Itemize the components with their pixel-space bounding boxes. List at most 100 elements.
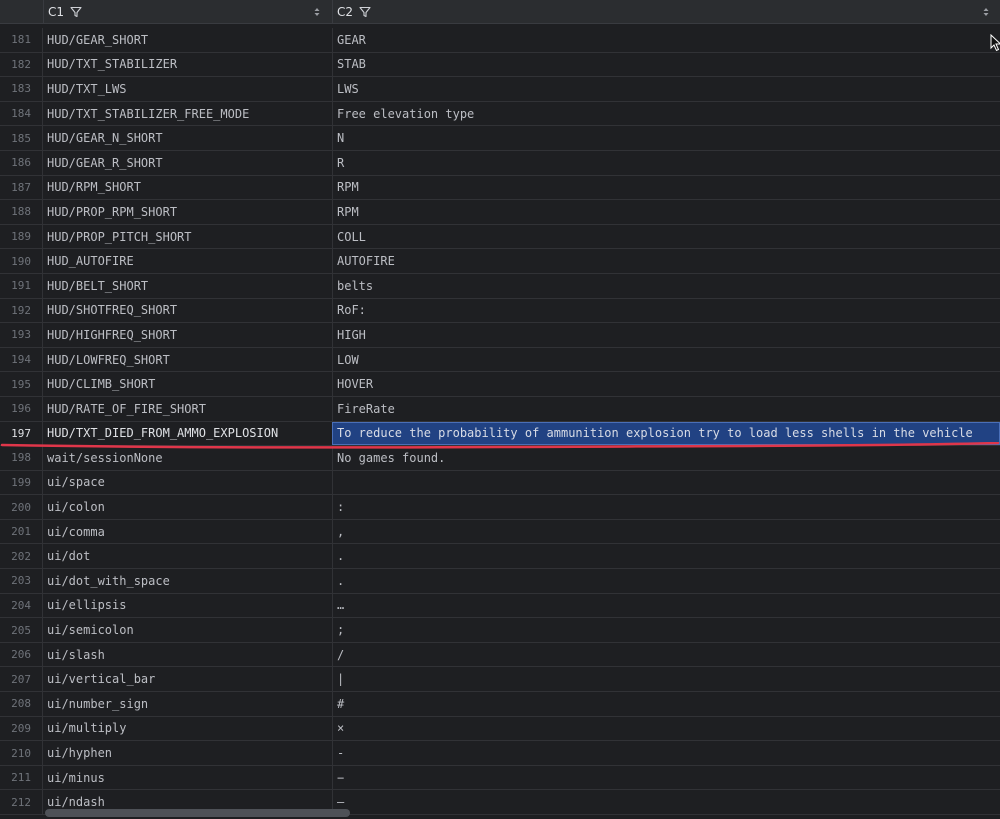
table-row[interactable]: 207 ui/vertical_bar | [0, 667, 1000, 693]
cell-c2[interactable]: − [332, 765, 1000, 790]
cell-c1[interactable]: ui/hyphen [42, 741, 332, 765]
table-row[interactable]: 195 HUD/CLIMB_SHORT HOVER [0, 372, 1000, 397]
cell-c2[interactable]: LWS [332, 77, 1000, 101]
cell-c2[interactable]: , [332, 519, 1000, 544]
horizontal-scrollbar-thumb[interactable] [45, 809, 350, 817]
cell-c2[interactable]: ; [332, 618, 1000, 642]
table-row[interactable]: 200 ui/colon: [0, 495, 1000, 520]
cell-c1[interactable]: ui/dot [42, 544, 332, 569]
cell-c2[interactable]: / [332, 642, 1000, 667]
table-row[interactable]: 184 HUD/TXT_STABILIZER_FREE_MODE Free elev… [0, 101, 1000, 127]
cell-c2[interactable]: - [332, 741, 1000, 765]
cell-c1[interactable]: HUD/TXT_STABILIZER [42, 52, 332, 77]
cell-c2[interactable]: No games found. [332, 446, 1000, 470]
cell-c2[interactable]: RoF: [332, 298, 1000, 323]
cell-c2[interactable]: HOVER [332, 372, 1000, 396]
table-row[interactable]: 191 HUD/BELT_SHORT belts [0, 273, 1000, 299]
table-row[interactable]: 201 ui/comma, [0, 519, 1000, 545]
table-row[interactable]: 181 HUD/GEAR_SHORT GEAR [0, 28, 1000, 53]
cell-c2[interactable]: FireRate [332, 396, 1000, 421]
cell-c2[interactable]: N [332, 126, 1000, 150]
cell-c1[interactable]: HUD/LOWFREQ_SHORT [42, 347, 332, 372]
cell-c1[interactable]: HUD/BELT_SHORT [42, 273, 332, 298]
table-row[interactable]: 182 HUD/TXT_STABILIZER STAB [0, 52, 1000, 78]
cell-c2[interactable]: | [332, 667, 1000, 692]
cell-c1[interactable]: HUD/SHOTFREQ_SHORT [42, 298, 332, 323]
cell-c1[interactable]: HUD/CLIMB_SHORT [42, 372, 332, 396]
cell-c2[interactable]: belts [332, 273, 1000, 298]
sort-icon[interactable] [982, 0, 990, 23]
column-header-c1[interactable]: C1 [43, 0, 331, 23]
cell-c2[interactable]: RPM [332, 175, 1000, 200]
cell-c2[interactable] [332, 470, 1000, 495]
cell-c2[interactable]: RPM [332, 200, 1000, 224]
table-row[interactable]: 190 HUD_AUTOFIRE AUTOFIRE [0, 249, 1000, 274]
filter-icon[interactable] [70, 6, 82, 18]
cell-c2-selected[interactable]: To reduce the probability of ammunition … [332, 421, 1000, 446]
cell-c1[interactable]: ui/dot_with_space [42, 569, 332, 593]
table-row[interactable]: 194 HUD/LOWFREQ_SHORT LOW [0, 347, 1000, 373]
cell-c1[interactable]: HUD/GEAR_R_SHORT [42, 150, 332, 175]
cell-c1[interactable]: ui/ellipsis [42, 593, 332, 618]
cell-c1[interactable]: ui/colon [42, 495, 332, 519]
cell-c2[interactable]: . [332, 569, 1000, 593]
table-row[interactable]: 183 HUD/TXT_LWS LWS [0, 77, 1000, 102]
cell-c2[interactable]: GEAR [332, 28, 1000, 52]
table-row[interactable]: 187 HUD/RPM_SHORT RPM [0, 175, 1000, 201]
cell-c1[interactable]: HUD/PROP_PITCH_SHORT [42, 224, 332, 249]
table-row[interactable]: 197 HUD/TXT_DIED_FROM_AMMO_EXPLOSION To re… [0, 421, 1000, 447]
cell-c1[interactable]: HUD/PROP_RPM_SHORT [42, 200, 332, 224]
cell-c2[interactable]: … [332, 593, 1000, 618]
cell-c2[interactable]: – [332, 790, 1000, 814]
table-row[interactable]: 206 ui/slash / [0, 642, 1000, 668]
table-row[interactable]: 185 HUD/GEAR_N_SHORT N [0, 126, 1000, 151]
table-row[interactable]: 186 HUD/GEAR_R_SHORT R [0, 150, 1000, 176]
sort-icon[interactable] [313, 0, 321, 23]
cell-c1[interactable]: HUD/TXT_DIED_FROM_AMMO_EXPLOSION [42, 421, 332, 446]
table-row[interactable]: 192 HUD/SHOTFREQ_SHORT RoF: [0, 298, 1000, 324]
cell-c1[interactable]: ui/space [42, 470, 332, 495]
cell-c1[interactable]: HUD/RATE_OF_FIRE_SHORT [42, 396, 332, 421]
cell-c2[interactable]: LOW [332, 347, 1000, 372]
table-row[interactable]: 211 ui/minus − [0, 765, 1000, 791]
table-row[interactable]: 205 ui/semicolon; [0, 618, 1000, 643]
cell-c1[interactable]: HUD/TXT_LWS [42, 77, 332, 101]
table-row[interactable]: 208 ui/number_sign # [0, 692, 1000, 717]
cell-c1[interactable]: ui/slash [42, 642, 332, 667]
table-row[interactable]: 204 ui/ellipsis… [0, 593, 1000, 619]
cell-c1[interactable]: ui/semicolon [42, 618, 332, 642]
table-row[interactable]: 193 HUD/HIGHFREQ_SHORT HIGH [0, 323, 1000, 348]
cell-c2[interactable]: × [332, 716, 1000, 741]
cell-c1[interactable]: HUD_AUTOFIRE [42, 249, 332, 273]
table-row[interactable]: 189 HUD/PROP_PITCH_SHORT COLL [0, 224, 1000, 250]
cell-c2[interactable]: COLL [332, 224, 1000, 249]
table-row[interactable]: 203 ui/dot_with_space. [0, 569, 1000, 594]
cell-c1[interactable]: HUD/GEAR_N_SHORT [42, 126, 332, 150]
cell-c1[interactable]: HUD/TXT_STABILIZER_FREE_MODE [42, 101, 332, 126]
cell-c2[interactable]: HIGH [332, 323, 1000, 347]
cell-c1[interactable]: HUD/HIGHFREQ_SHORT [42, 323, 332, 347]
table-row[interactable]: 198 wait/sessionNone No games found. [0, 446, 1000, 471]
cell-c1[interactable]: HUD/RPM_SHORT [42, 175, 332, 200]
column-header-c2[interactable]: C2 [332, 0, 1000, 23]
cell-c1[interactable]: ui/multiply [42, 716, 332, 741]
cell-c2[interactable]: AUTOFIRE [332, 249, 1000, 273]
cell-c1[interactable]: wait/sessionNone [42, 446, 332, 470]
cell-c2[interactable]: Free elevation type [332, 101, 1000, 126]
table-row[interactable]: 199 ui/space [0, 470, 1000, 496]
cell-c2[interactable]: : [332, 495, 1000, 519]
table-row[interactable]: 188 HUD/PROP_RPM_SHORT RPM [0, 200, 1000, 225]
cell-c2[interactable]: . [332, 544, 1000, 569]
cell-c2[interactable]: STAB [332, 52, 1000, 77]
cell-c1[interactable]: ui/minus [42, 765, 332, 790]
cell-c1[interactable]: HUD/GEAR_SHORT [42, 28, 332, 52]
cell-c2[interactable]: # [332, 692, 1000, 716]
table-row[interactable]: 202 ui/dot. [0, 544, 1000, 570]
table-row[interactable]: 209 ui/multiply × [0, 716, 1000, 742]
table-row[interactable]: 210 ui/hyphen - [0, 741, 1000, 766]
cell-c2[interactable]: R [332, 150, 1000, 175]
cell-c1[interactable]: ui/number_sign [42, 692, 332, 716]
cell-c1[interactable]: ui/vertical_bar [42, 667, 332, 692]
table-row[interactable]: 196 HUD/RATE_OF_FIRE_SHORT FireRate [0, 396, 1000, 422]
filter-icon[interactable] [359, 6, 371, 18]
